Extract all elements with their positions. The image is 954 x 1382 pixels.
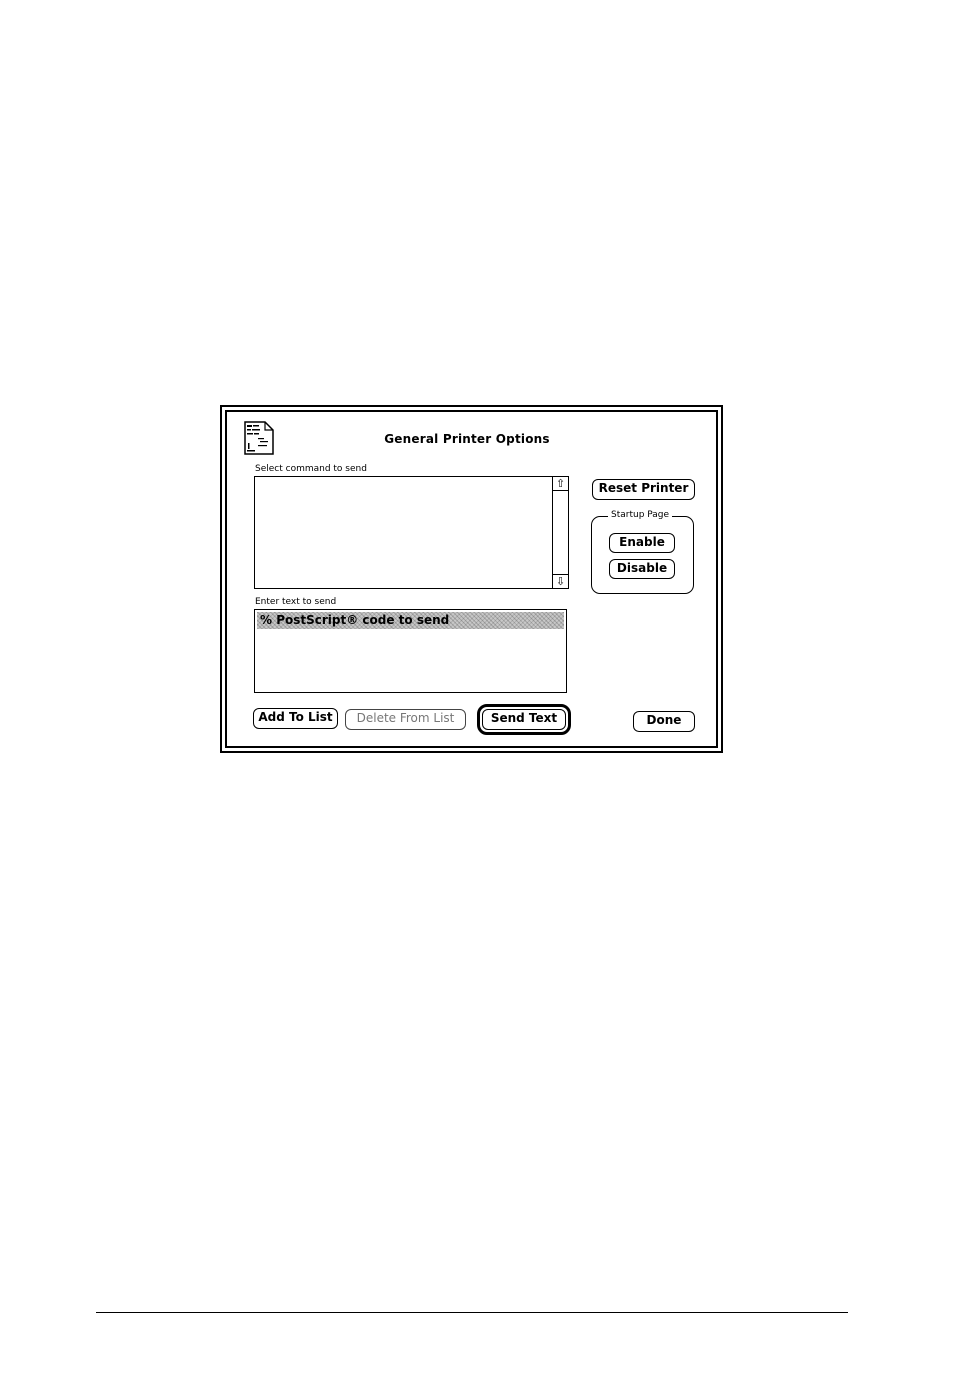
page-footer-rule (96, 1312, 848, 1313)
send-text-button[interactable]: Send Text (482, 709, 566, 730)
command-list-label: Select command to send (255, 464, 367, 474)
command-list-scrollbar[interactable]: ⇧ ⇩ (552, 477, 568, 588)
printer-document-icon (244, 421, 274, 455)
dialog-title: General Printer Options (384, 432, 550, 446)
done-button[interactable]: Done (633, 711, 695, 732)
scroll-down-arrow-icon[interactable]: ⇩ (553, 574, 568, 588)
delete-from-list-button[interactable]: Delete From List (345, 709, 466, 730)
text-entry-label: Enter text to send (255, 597, 337, 607)
command-listbox[interactable]: ⇧ ⇩ (254, 476, 569, 589)
add-to-list-button[interactable]: Add To List (253, 708, 338, 729)
enable-button[interactable]: Enable (609, 533, 675, 553)
reset-printer-button[interactable]: Reset Printer (592, 479, 695, 500)
scroll-up-arrow-icon[interactable]: ⇧ (553, 477, 568, 491)
startup-page-group-title: Startup Page (608, 510, 673, 520)
text-entry-value[interactable]: % PostScript® code to send (260, 613, 449, 627)
text-entry-field[interactable]: % PostScript® code to send (254, 609, 567, 693)
startup-page-group (591, 516, 694, 594)
disable-button[interactable]: Disable (609, 559, 675, 579)
